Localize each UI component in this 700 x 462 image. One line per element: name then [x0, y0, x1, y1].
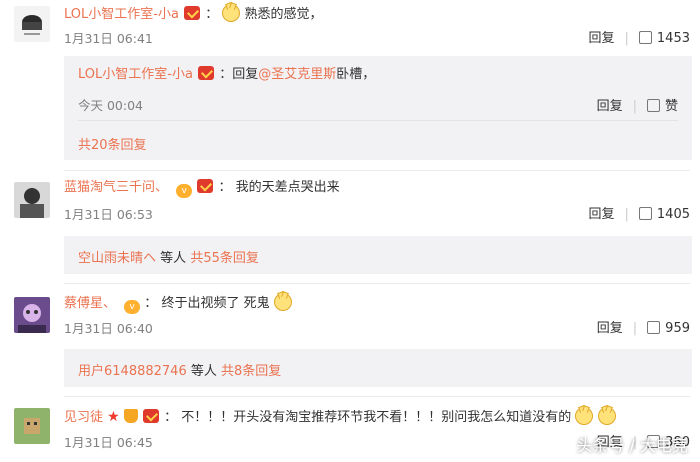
comment-text: 不！！！开头没有淘宝推荐环节我不看！！！别问我怎么知道没有的	[181, 410, 572, 425]
reply-summary: 用户6148882746 等人 共8条回复	[64, 349, 692, 387]
reply-button[interactable]: 回复	[597, 99, 623, 114]
reply-button[interactable]: 回复	[597, 321, 623, 336]
like-button[interactable]: 1453	[638, 31, 690, 46]
trophy-icon	[123, 409, 138, 423]
comment-time: 1月31日 06:53	[64, 207, 153, 222]
username[interactable]: 见习徒	[64, 410, 103, 425]
divider	[78, 120, 678, 121]
avatar[interactable]	[14, 182, 50, 218]
comment-time: 1月31日 06:45	[64, 435, 153, 450]
reply-text: 卧槽，	[336, 67, 376, 82]
like-count: 959	[665, 321, 690, 336]
comment-actions: 回复 | 1453	[588, 31, 690, 46]
comment-text: 终于出视频了 死鬼	[161, 296, 270, 311]
avatar[interactable]	[14, 297, 50, 333]
comment-actions: 回复 | 1405	[588, 207, 690, 222]
username[interactable]: 蔡傅星、	[64, 296, 116, 311]
like-button[interactable]: 959	[647, 321, 690, 336]
thumbs-up-icon	[646, 99, 660, 112]
reply-button[interactable]: 回复	[589, 207, 615, 222]
reply-summary: 空山雨未晴ヘ 等人 共55条回复	[64, 236, 692, 274]
cat-emoji-icon	[597, 407, 616, 425]
red-envelope-badge-icon	[197, 179, 214, 193]
more-replies-link[interactable]: 共55条回复	[190, 251, 259, 266]
divider	[64, 396, 690, 397]
more-replies-link[interactable]: 共8条回复	[221, 364, 281, 379]
thumbs-up-icon	[638, 207, 652, 220]
like-count: 1453	[656, 31, 690, 46]
reply-thread: LOL小智工作室-小a ：回复@圣艾克里斯卧槽， 今天 00:04 回复 | 赞 共…	[64, 56, 692, 160]
comment-actions: 回复 | 959	[596, 321, 690, 336]
like-button[interactable]: 赞	[646, 99, 678, 114]
comment-time: 1月31日 06:40	[64, 321, 153, 336]
thumbs-up-icon	[638, 31, 652, 44]
cat-emoji-icon	[222, 4, 241, 22]
vip-icon: v	[176, 184, 193, 198]
mention-link[interactable]: @圣艾克里斯	[258, 67, 336, 82]
replier-name[interactable]: 用户6148882746	[78, 364, 187, 379]
like-button[interactable]: 1405	[638, 207, 690, 222]
thumbs-up-icon	[647, 321, 661, 334]
like-count: 1405	[656, 207, 690, 222]
watermark: 头条号 / 大电竞	[576, 436, 688, 455]
star-icon: ★	[107, 409, 120, 425]
red-envelope-badge-icon	[184, 6, 201, 20]
comment-text: 我的天差点哭出来	[235, 180, 340, 195]
avatar[interactable]	[14, 408, 50, 444]
red-envelope-badge-icon	[143, 409, 159, 423]
red-envelope-badge-icon	[198, 66, 215, 80]
cat-emoji-icon	[273, 293, 292, 311]
reply-username[interactable]: LOL小智工作室-小a	[78, 67, 193, 82]
reply-actions: 回复 | 赞	[596, 99, 678, 114]
replier-name[interactable]: 空山雨未晴ヘ	[78, 251, 156, 266]
more-replies-link[interactable]: 共20条回复	[78, 134, 147, 153]
username[interactable]: LOL小智工作室-小a	[64, 7, 179, 22]
vip-icon: v	[124, 300, 141, 314]
comment-text: 熟悉的感觉，	[244, 7, 323, 22]
avatar[interactable]	[14, 6, 50, 42]
reply-time: 今天 00:04	[78, 98, 143, 113]
divider	[64, 170, 690, 171]
reply-button[interactable]: 回复	[589, 31, 615, 46]
divider	[64, 283, 690, 284]
username[interactable]: 蓝猫淘气三千问、	[64, 180, 168, 195]
comment-time: 1月31日 06:41	[64, 31, 153, 46]
cat-emoji-icon	[575, 407, 594, 425]
